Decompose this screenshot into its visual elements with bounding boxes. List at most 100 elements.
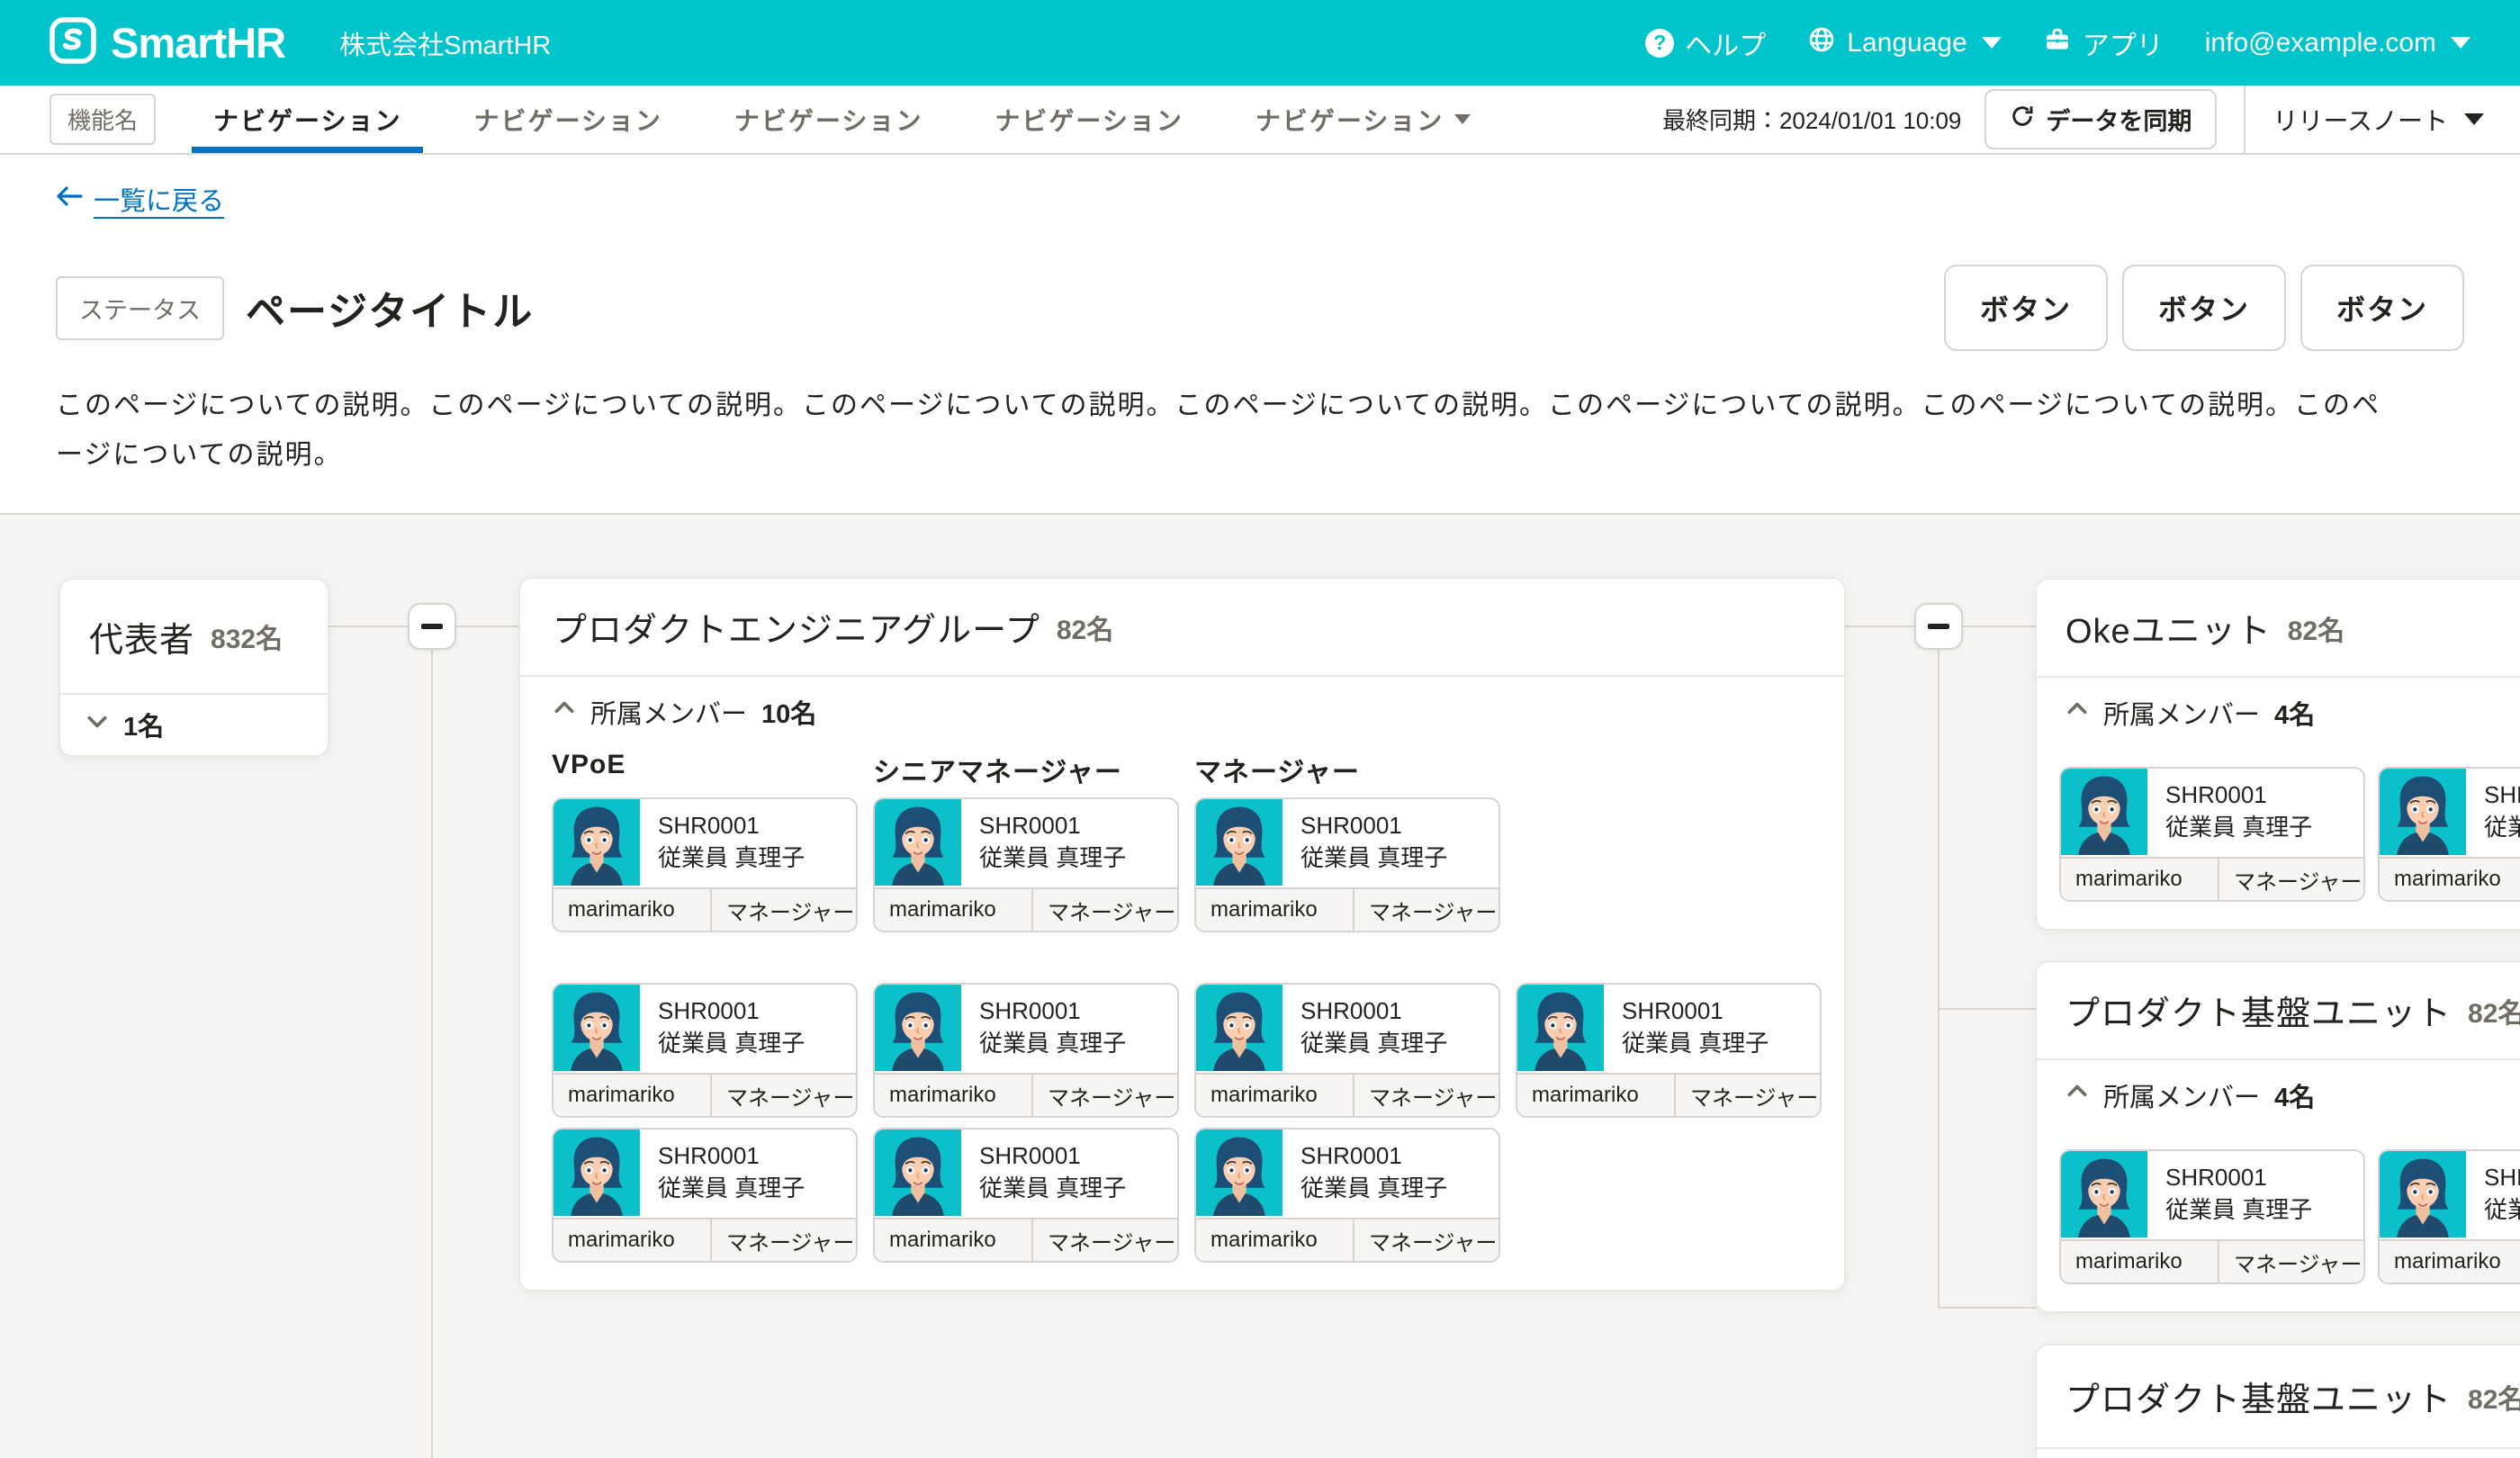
nav-tab-2[interactable]: ナビゲーション xyxy=(452,86,683,153)
employee-card-top: SHR0001 従業員 真理子 xyxy=(554,1130,856,1218)
employee-role: マネージャー xyxy=(1676,1075,1820,1116)
employee-card[interactable]: SHR0001 従業員 真理子 marimariko マネージャー xyxy=(873,983,1179,1118)
collapse-node-button[interactable] xyxy=(408,603,456,650)
back-to-list-link[interactable]: 一覧に戻る xyxy=(56,180,224,218)
employee-card[interactable]: SHR0001 従業員 真理子 marimariko マネージャー xyxy=(2059,767,2365,902)
refresh-icon xyxy=(2010,104,2035,135)
employee-role: マネージャー xyxy=(2219,859,2363,900)
feature-name-badge: 機能名 xyxy=(50,94,156,145)
employee-card[interactable]: SHR0001 従業員 真理子 marimariko マネージャー xyxy=(552,983,858,1118)
apps-menu[interactable]: アプリ xyxy=(2043,23,2164,63)
employee-username: marimariko xyxy=(554,889,712,931)
org-node-count: 82名 xyxy=(2288,608,2344,648)
employee-name: 従業員 真理子 xyxy=(979,842,1126,875)
employee-card-meta: marimariko マネージャー xyxy=(1196,1073,1498,1116)
page-action-button-3[interactable]: ボタン xyxy=(2300,265,2464,351)
employee-card[interactable]: SHR0001 従業員 真理子 marimariko マネージャー xyxy=(1194,983,1500,1118)
employee-name: 従業員 真理子 xyxy=(658,842,805,875)
member-card-row: SHR0001 従業員 真理子 marimariko マネージャー xyxy=(552,983,1822,1118)
help-link[interactable]: ? ヘルプ xyxy=(1645,23,1766,63)
help-icon: ? xyxy=(1645,29,1674,58)
org-node-title: 代表者 xyxy=(89,612,194,662)
employee-username: marimariko xyxy=(554,1075,712,1116)
members-section-toggle[interactable]: 所属メンバー 4名 xyxy=(2066,1077,2315,1113)
employee-role: マネージャー xyxy=(1354,1220,1498,1261)
role-label: マネージャー xyxy=(1194,750,1360,789)
employee-name: 従業員 真理子 xyxy=(979,1173,1126,1205)
employee-avatar-illustration xyxy=(875,1130,961,1216)
caret-down-icon xyxy=(1982,37,2002,49)
nav-tab-1[interactable]: ナビゲーション xyxy=(192,86,423,153)
employee-username: marimariko xyxy=(875,889,1033,931)
employee-role: マネージャー xyxy=(1354,889,1498,931)
employee-avatar-illustration xyxy=(875,799,961,886)
employee-card-top: SHR0001 従業員 真理子 xyxy=(554,985,856,1073)
page-head: 一覧に戻る ステータス ページタイトル ボタン ボタン ボタン このページについ… xyxy=(0,155,2520,512)
employee-card-top: SHR0001 従業員 真理子 xyxy=(2380,769,2520,857)
expand-members-toggle[interactable]: 1名 xyxy=(60,693,328,755)
chevron-down-icon xyxy=(86,709,109,740)
employee-card[interactable]: SHR0001 従業員 真理子 marimariko マネージャー xyxy=(873,797,1179,932)
employee-card[interactable]: SHR0001 従業員 真理子 marimariko マネージャー xyxy=(552,797,858,932)
employee-card-top: SHR0001 従業員 真理子 xyxy=(2380,1151,2520,1239)
nav-tab-3[interactable]: ナビゲーション xyxy=(713,86,944,153)
employee-avatar-illustration xyxy=(554,799,640,886)
employee-card[interactable]: SHR0001 従業員 真理子 marimariko マネージャー xyxy=(873,1128,1179,1263)
employee-id: SHR0001 xyxy=(2165,779,2312,812)
app-header: SmartHR 株式会社SmartHR ? ヘルプ Language xyxy=(0,0,2520,86)
app-navbar: 機能名 ナビゲーション ナビゲーション ナビゲーション ナビゲーション ナビゲー… xyxy=(0,86,2520,155)
employee-name: 従業員 真理子 xyxy=(1300,1028,1447,1060)
employee-id: SHR0001 xyxy=(2484,1162,2520,1194)
employee-avatar xyxy=(2061,1151,2147,1238)
collapse-node-button[interactable] xyxy=(1914,603,1963,650)
employee-card-top: SHR0001 従業員 真理子 xyxy=(1196,985,1498,1073)
org-node-root[interactable]: 代表者 832名 1名 xyxy=(59,579,328,756)
employee-avatar xyxy=(554,799,640,886)
employee-card-meta: marimariko マネージャー xyxy=(2061,857,2363,900)
language-menu[interactable]: Language xyxy=(1807,25,2001,61)
role-label: VPoE xyxy=(552,750,626,780)
help-label: ヘルプ xyxy=(1685,23,1766,63)
brand-name: SmartHR xyxy=(111,18,285,68)
members-section-toggle[interactable]: 所属メンバー 4名 xyxy=(2066,695,2315,731)
account-menu[interactable]: info@example.com xyxy=(2205,28,2470,58)
employee-id: SHR0001 xyxy=(658,810,805,842)
employee-card-meta: marimariko マネージャー xyxy=(875,1073,1177,1116)
employee-name: 従業員 真理子 xyxy=(658,1028,805,1060)
employee-username: marimariko xyxy=(875,1075,1033,1116)
sync-data-button[interactable]: データを同期 xyxy=(1984,89,2217,149)
employee-role: マネージャー xyxy=(1033,1075,1177,1116)
release-notes-menu[interactable]: リリースノート xyxy=(2272,102,2484,138)
members-section-toggle[interactable]: 所属メンバー 10名 xyxy=(553,694,816,730)
employee-card[interactable]: SHR0001 従業員 真理子 marimariko マネージャー xyxy=(2378,1149,2520,1284)
employee-id: SHR0001 xyxy=(1300,995,1447,1028)
employee-card[interactable]: SHR0001 従業員 真理子 marimariko マネージャー xyxy=(2378,767,2520,902)
members-label: 所属メンバー xyxy=(2103,1076,2260,1114)
employee-card[interactable]: SHR0001 従業員 真理子 marimariko マネージャー xyxy=(1194,797,1500,932)
org-node-count: 82名 xyxy=(2468,1377,2520,1417)
last-sync-timestamp: 最終同期：2024/01/01 10:09 xyxy=(1662,103,1961,136)
page-action-button-2[interactable]: ボタン xyxy=(2122,265,2286,351)
employee-name: 従業員 真理子 xyxy=(1622,1028,1768,1060)
nav-tab-5[interactable]: ナビゲーション xyxy=(1234,86,1492,153)
employee-card[interactable]: SHR0001 従業員 真理子 marimariko マネージャー xyxy=(552,1128,858,1263)
employee-username: marimariko xyxy=(2061,1241,2219,1282)
employee-card[interactable]: SHR0001 従業員 真理子 marimariko マネージャー xyxy=(2059,1149,2365,1284)
employee-id: SHR0001 xyxy=(979,995,1126,1028)
employee-card[interactable]: SHR0001 従業員 真理子 marimariko マネージャー xyxy=(1516,983,1822,1118)
employee-card-meta: marimariko マネージャー xyxy=(554,1218,856,1261)
employee-username: marimariko xyxy=(554,1220,712,1261)
employee-avatar-illustration xyxy=(1517,985,1604,1071)
caret-down-icon xyxy=(2451,37,2470,49)
org-node-count: 832名 xyxy=(211,616,283,656)
smarthr-logo[interactable]: SmartHR xyxy=(50,17,285,68)
nav-tab-4[interactable]: ナビゲーション xyxy=(973,86,1204,153)
employee-card-meta: marimariko マネージャー xyxy=(875,887,1177,931)
employee-username: marimariko xyxy=(2061,859,2219,900)
page-action-button-1[interactable]: ボタン xyxy=(1944,265,2108,351)
employee-id: SHR0001 xyxy=(658,1140,805,1173)
employee-card[interactable]: SHR0001 従業員 真理子 marimariko マネージャー xyxy=(1194,1128,1500,1263)
employee-card-meta: marimariko マネージャー xyxy=(554,887,856,931)
employee-card-top: SHR0001 従業員 真理子 xyxy=(2061,1151,2363,1239)
employee-username: marimariko xyxy=(1196,1075,1354,1116)
